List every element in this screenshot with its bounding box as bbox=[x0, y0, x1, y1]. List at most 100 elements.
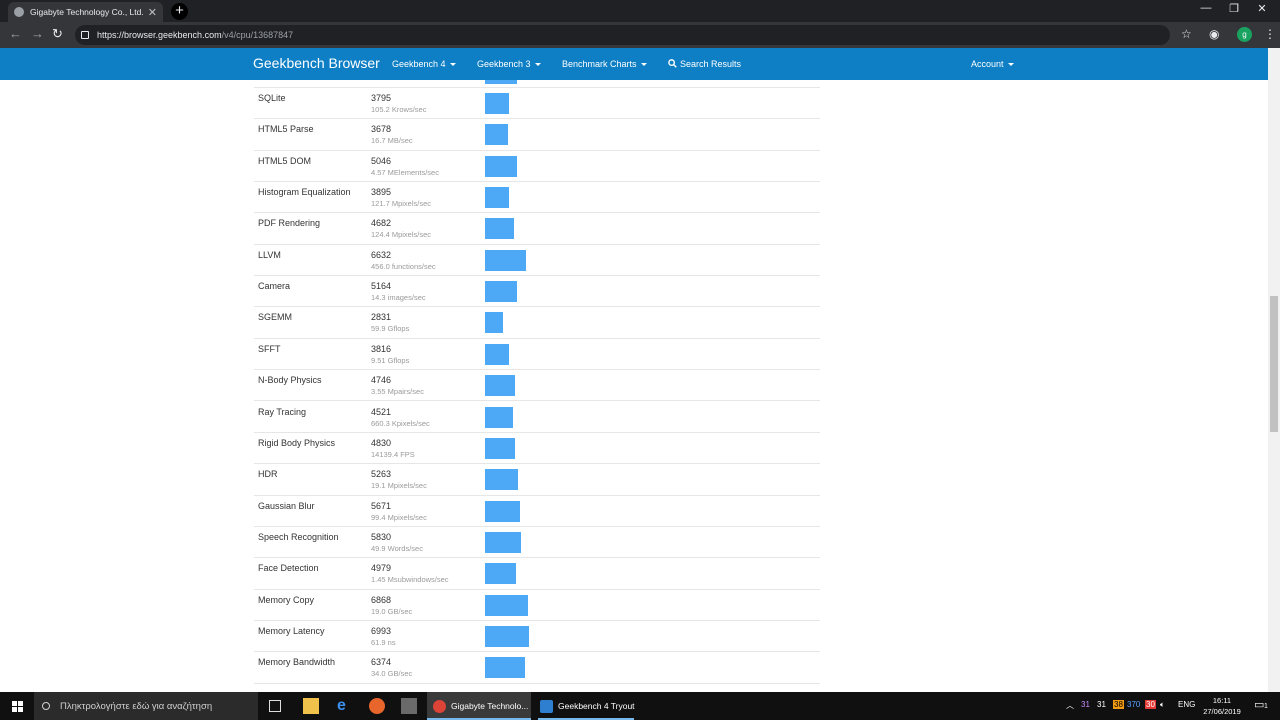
page-scrollbar[interactable] bbox=[1268, 48, 1280, 692]
score-bar bbox=[485, 594, 528, 616]
back-icon[interactable]: ← bbox=[9, 26, 22, 41]
score-bar bbox=[485, 406, 513, 428]
nav-benchmark-charts[interactable]: Benchmark Charts bbox=[562, 59, 647, 69]
nav-search-results-label: Search Results bbox=[680, 59, 742, 69]
restore-icon[interactable]: ❐ bbox=[1220, 2, 1248, 15]
volume-icon[interactable]: 🔈︎ bbox=[1160, 700, 1165, 710]
address-bar[interactable]: https://browser.geekbench.com/v4/cpu/136… bbox=[75, 25, 1170, 45]
benchmark-score: 5164 bbox=[371, 281, 392, 292]
score-bar bbox=[485, 657, 525, 679]
score-bar bbox=[485, 281, 517, 303]
benchmark-detail: 3.55 Mpairs/sec bbox=[371, 387, 424, 397]
benchmark-detail: 16.7 MB/sec bbox=[371, 136, 413, 146]
language-indicator[interactable]: ENG bbox=[1178, 700, 1195, 709]
geekbench-icon bbox=[540, 699, 553, 713]
brand-logo[interactable]: Geekbench Browser bbox=[253, 55, 380, 71]
taskbar-chrome-window[interactable]: Gigabyte Technolo... bbox=[427, 692, 531, 720]
benchmark-score: 2831 bbox=[371, 312, 392, 323]
benchmark-name: Rigid Body Physics bbox=[258, 437, 336, 448]
taskbar-search-box[interactable]: Πληκτρολογήστε εδώ για αναζήτηση bbox=[34, 692, 258, 720]
benchmark-name: HTML5 Parse bbox=[258, 124, 314, 135]
benchmark-name: HDR bbox=[258, 469, 278, 480]
benchmark-score: 3678 bbox=[371, 124, 392, 135]
caret-down-icon bbox=[640, 63, 647, 67]
start-button[interactable] bbox=[0, 692, 34, 720]
benchmark-detail: 61.9 ns bbox=[371, 637, 396, 647]
score-bar bbox=[485, 343, 509, 365]
windows-taskbar: Πληκτρολογήστε εδώ για αναζήτηση e Gigab… bbox=[0, 692, 1280, 720]
nav-geekbench3-label: Geekbench 3 bbox=[477, 59, 531, 69]
notification-count: 1 bbox=[1264, 703, 1268, 710]
nav-search-results[interactable]: Search Results bbox=[668, 59, 741, 69]
notification-icon[interactable]: ▭ bbox=[1254, 698, 1264, 711]
benchmark-score: 3816 bbox=[371, 343, 392, 354]
result-row: HTML5 DOM 5046 4.57 MElements/sec bbox=[254, 151, 820, 183]
benchmark-name: PDF Rendering bbox=[258, 218, 321, 229]
benchmark-detail: 4.57 MElements/sec bbox=[371, 167, 439, 177]
result-row: PDF Rendering 4682 124.4 Mpixels/sec bbox=[254, 213, 820, 245]
benchmark-name: Memory Latency bbox=[258, 625, 325, 636]
benchmark-name: HTML5 DOM bbox=[258, 155, 312, 166]
scrollbar-thumb[interactable] bbox=[1270, 296, 1278, 432]
benchmark-detail: 19.1 Mpixels/sec bbox=[371, 481, 427, 491]
score-bar bbox=[485, 187, 509, 209]
score-bar bbox=[485, 124, 508, 146]
tray-hwmon-1[interactable]: 38 bbox=[1113, 700, 1124, 709]
taskbar-clock[interactable]: 16:11 27/06/2019 bbox=[1200, 695, 1244, 717]
forward-icon[interactable]: → bbox=[31, 26, 44, 41]
task-view-icon[interactable] bbox=[269, 700, 281, 712]
browser-tab[interactable]: Gigabyte Technology Co., Ltd. X4 ✕ bbox=[8, 2, 163, 22]
benchmark-score: 5263 bbox=[371, 469, 392, 480]
tray-expand-icon[interactable]: ︿ bbox=[1066, 700, 1074, 711]
benchmark-detail: 124.4 Mpixels/sec bbox=[371, 230, 432, 240]
profile-avatar[interactable]: g bbox=[1237, 27, 1252, 42]
result-row: SGEMM 2831 59.9 Gflops bbox=[254, 307, 820, 339]
edge-icon[interactable]: e bbox=[337, 698, 353, 714]
benchmark-name: Memory Copy bbox=[258, 594, 315, 605]
search-icon bbox=[668, 59, 677, 68]
result-row: HDR 5263 19.1 Mpixels/sec bbox=[254, 464, 820, 496]
extension-icon[interactable]: ◉ bbox=[1209, 27, 1219, 41]
nav-geekbench3[interactable]: Geekbench 3 bbox=[477, 59, 541, 69]
benchmark-detail: 121.7 Mpixels/sec bbox=[371, 199, 432, 209]
benchmark-score: 3895 bbox=[371, 187, 392, 198]
close-window-icon[interactable]: ✕ bbox=[1248, 2, 1276, 15]
tray-hwmon-3[interactable]: 30 bbox=[1145, 700, 1156, 709]
menu-icon[interactable]: ⋮ bbox=[1264, 27, 1276, 41]
minimize-icon[interactable]: — bbox=[1192, 2, 1220, 14]
benchmark-score: 4979 bbox=[371, 563, 392, 574]
store-icon[interactable] bbox=[401, 698, 417, 714]
score-bar bbox=[485, 500, 520, 522]
close-tab-icon[interactable]: ✕ bbox=[148, 6, 157, 19]
benchmark-score: 6993 bbox=[371, 625, 392, 636]
url-host: https://browser.geekbench.com bbox=[97, 30, 222, 40]
benchmark-name: SGEMM bbox=[258, 312, 293, 323]
benchmark-detail: 456.0 functions/sec bbox=[371, 261, 436, 271]
file-explorer-icon[interactable] bbox=[303, 698, 319, 714]
browser-tab-strip: Gigabyte Technology Co., Ltd. X4 ✕ + — ❐… bbox=[0, 0, 1280, 22]
site-navbar: Geekbench Browser Geekbench 4 Geekbench … bbox=[0, 48, 1268, 80]
firefox-icon[interactable] bbox=[369, 698, 385, 714]
result-row: Rigid Body Physics 4830 14139.4 FPS bbox=[254, 433, 820, 465]
benchmark-detail: 9.51 Gflops bbox=[371, 355, 410, 365]
browser-toolbar: ← → ↻ https://browser.geekbench.com/v4/c… bbox=[0, 22, 1280, 48]
benchmark-name: LLVM bbox=[258, 249, 281, 260]
benchmark-name: Speech Recognition bbox=[258, 531, 339, 542]
result-row: Face Detection 4979 1.45 Msubwindows/sec bbox=[254, 558, 820, 590]
benchmark-score: 6374 bbox=[371, 657, 392, 668]
tray-cpu-temp[interactable]: 31 bbox=[1081, 700, 1090, 709]
new-tab-button[interactable]: + bbox=[171, 3, 188, 20]
benchmark-detail: 99.4 Mpixels/sec bbox=[371, 512, 427, 522]
taskbar-geekbench-window[interactable]: Geekbench 4 Tryout bbox=[534, 692, 638, 720]
tray-gpu-temp[interactable]: 31 bbox=[1097, 700, 1106, 709]
bookmark-star-icon[interactable]: ☆ bbox=[1181, 27, 1192, 41]
nav-account[interactable]: Account bbox=[971, 59, 1014, 69]
tray-hwmon-2[interactable]: 370 bbox=[1127, 700, 1140, 709]
lock-icon bbox=[81, 31, 89, 39]
reload-icon[interactable]: ↻ bbox=[52, 26, 63, 42]
benchmark-name: Gaussian Blur bbox=[258, 500, 315, 511]
score-bar bbox=[485, 469, 518, 491]
nav-geekbench4[interactable]: Geekbench 4 bbox=[392, 59, 456, 69]
score-bar bbox=[485, 375, 515, 397]
score-bar bbox=[485, 218, 514, 240]
